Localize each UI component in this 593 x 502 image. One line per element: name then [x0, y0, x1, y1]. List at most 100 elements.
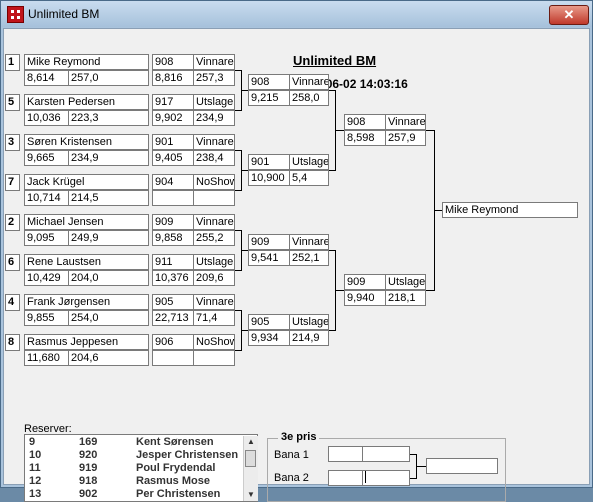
player-name-field[interactable]: Frank Jørgensen: [24, 294, 149, 310]
match-value2-field[interactable]: 218,1: [385, 290, 426, 306]
player-name-field[interactable]: Rasmus Jeppesen: [24, 334, 149, 350]
match-number-field[interactable]: 905: [152, 294, 194, 310]
match-value1-field[interactable]: 22,713: [152, 310, 194, 326]
player-value2-field[interactable]: 223,3: [68, 110, 149, 126]
match-value2-field[interactable]: 209,6: [193, 270, 235, 286]
match-value1-field[interactable]: 9,934: [248, 330, 290, 346]
player-value1-field[interactable]: 8,614: [24, 70, 69, 86]
scroll-down-icon[interactable]: ▼: [244, 489, 258, 501]
match-value2-field[interactable]: 255,2: [193, 230, 235, 246]
match-result-field[interactable]: Vinnare: [193, 214, 235, 230]
match-result-field[interactable]: NoShow: [193, 334, 235, 350]
match-result-field[interactable]: Vinnare: [193, 294, 235, 310]
title-bar[interactable]: Unlimited BM ✕: [1, 1, 592, 27]
match-result-field[interactable]: Utslagen: [289, 314, 329, 330]
match-result-field[interactable]: Vinnare: [289, 234, 329, 250]
match-result-field[interactable]: Vinnare: [193, 134, 235, 150]
match-result-field[interactable]: Utslagen: [193, 94, 235, 110]
match-number-field[interactable]: 901: [152, 134, 194, 150]
match-number-field[interactable]: 904: [152, 174, 194, 190]
match-value1-field[interactable]: 9,541: [248, 250, 290, 266]
player-value1-field[interactable]: 10,429: [24, 270, 69, 286]
list-item[interactable]: 9 169 Kent Sørensen: [25, 436, 241, 449]
match-value1-field[interactable]: [152, 190, 194, 206]
player-value1-field[interactable]: 11,680: [24, 350, 69, 366]
reserve-name: Poul Frydendal: [136, 462, 216, 474]
reserves-list[interactable]: 9 169 Kent Sørensen 10 920 Jesper Christensen…: [24, 434, 258, 502]
player-name-field[interactable]: Karsten Pedersen: [24, 94, 149, 110]
match-number-field[interactable]: 908: [344, 114, 386, 130]
match-value1-field[interactable]: 9,902: [152, 110, 194, 126]
match-number-field[interactable]: 911: [152, 254, 194, 270]
close-button[interactable]: ✕: [549, 5, 589, 25]
player-value2-field[interactable]: 204,0: [68, 270, 149, 286]
match-value2-field[interactable]: 214,9: [289, 330, 329, 346]
player-value1-field[interactable]: 10,036: [24, 110, 69, 126]
match-number-field[interactable]: 909: [152, 214, 194, 230]
match-value1-field[interactable]: 9,215: [248, 90, 290, 106]
third-winner-field[interactable]: [426, 458, 498, 474]
match-value1-field[interactable]: 10,376: [152, 270, 194, 286]
match-value2-field[interactable]: 258,0: [289, 90, 329, 106]
match-number-field[interactable]: 908: [248, 74, 290, 90]
player-name-field[interactable]: Søren Kristensen: [24, 134, 149, 150]
champion-field[interactable]: Mike Reymond: [442, 202, 578, 218]
player-value2-field[interactable]: 254,0: [68, 310, 149, 326]
scrollbar[interactable]: ▲ ▼: [243, 436, 258, 501]
match-value2-field[interactable]: 238,4: [193, 150, 235, 166]
match-result-field[interactable]: Vinnare: [385, 114, 426, 130]
player-value1-field[interactable]: 9,855: [24, 310, 69, 326]
match-result-field[interactable]: Utslagen: [385, 274, 426, 290]
match-number-field[interactable]: 909: [344, 274, 386, 290]
match-value2-field[interactable]: 234,9: [193, 110, 235, 126]
match-value2-field[interactable]: 257,3: [193, 70, 235, 86]
scroll-thumb[interactable]: [245, 450, 256, 467]
bana2-result-field[interactable]: [362, 470, 410, 486]
match-result-field[interactable]: Utslagen: [289, 154, 329, 170]
player-value1-field[interactable]: 9,095: [24, 230, 69, 246]
player-name-field[interactable]: Michael Jensen: [24, 214, 149, 230]
match-result-field[interactable]: Utslagen: [193, 254, 235, 270]
match-number-field[interactable]: 905: [248, 314, 290, 330]
match-value2-field[interactable]: 257,9: [385, 130, 426, 146]
match-value2-field[interactable]: [193, 190, 235, 206]
player-name-field[interactable]: Jack Krügel: [24, 174, 149, 190]
match-value1-field[interactable]: 8,816: [152, 70, 194, 86]
match-value1-field[interactable]: 9,940: [344, 290, 386, 306]
player-value1-field[interactable]: 10,714: [24, 190, 69, 206]
match-number-field[interactable]: 917: [152, 94, 194, 110]
match-value1-field[interactable]: 10,900: [248, 170, 290, 186]
list-item[interactable]: 12 918 Rasmus Mose: [25, 475, 241, 488]
bana1-result-field[interactable]: [362, 446, 410, 462]
player-value2-field[interactable]: 204,6: [68, 350, 149, 366]
list-item[interactable]: 10 920 Jesper Christensen: [25, 449, 241, 462]
match-value2-field[interactable]: 71,4: [193, 310, 235, 326]
list-item[interactable]: 13 902 Per Christensen: [25, 488, 241, 501]
list-item[interactable]: 11 919 Poul Frydendal: [25, 462, 241, 475]
bana2-num-field[interactable]: [328, 470, 363, 486]
match-value2-field[interactable]: 252,1: [289, 250, 329, 266]
player-value2-field[interactable]: 257,0: [68, 70, 149, 86]
match-value1-field[interactable]: 9,405: [152, 150, 194, 166]
match-number-field[interactable]: 908: [152, 54, 194, 70]
player-value1-field[interactable]: 9,665: [24, 150, 69, 166]
match-result-field[interactable]: NoShow: [193, 174, 235, 190]
match-value2-field[interactable]: [193, 350, 235, 366]
match-value2-field[interactable]: 5,4: [289, 170, 329, 186]
reserve-pos: 13: [29, 488, 42, 500]
scroll-up-icon[interactable]: ▲: [244, 436, 258, 448]
player-value2-field[interactable]: 234,9: [68, 150, 149, 166]
bana1-num-field[interactable]: [328, 446, 363, 462]
match-number-field[interactable]: 901: [248, 154, 290, 170]
match-result-field[interactable]: Vinnare: [193, 54, 235, 70]
player-name-field[interactable]: Rene Laustsen: [24, 254, 149, 270]
match-result-field[interactable]: Vinnare: [289, 74, 329, 90]
player-name-field[interactable]: Mike Reymond: [24, 54, 149, 70]
player-value2-field[interactable]: 214,5: [68, 190, 149, 206]
match-value1-field[interactable]: [152, 350, 194, 366]
match-value1-field[interactable]: 9,858: [152, 230, 194, 246]
match-number-field[interactable]: 906: [152, 334, 194, 350]
match-number-field[interactable]: 909: [248, 234, 290, 250]
match-value1-field[interactable]: 8,598: [344, 130, 386, 146]
player-value2-field[interactable]: 249,9: [68, 230, 149, 246]
